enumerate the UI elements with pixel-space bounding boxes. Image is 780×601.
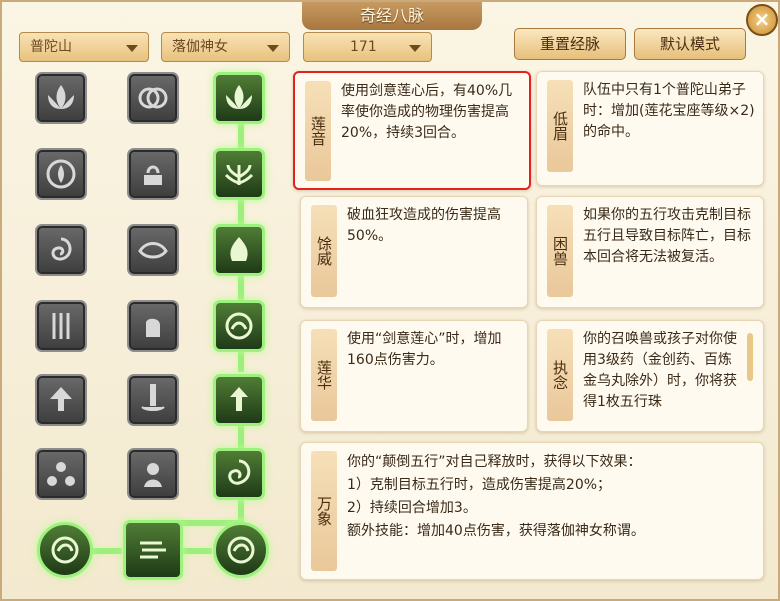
skill-node-eye[interactable] xyxy=(127,224,179,276)
talent-card-desc: 你的“颠倒五行”对自己释放时，获得以下效果： 1）克制目标五行时，造成伤害提高2… xyxy=(347,451,755,543)
talent-card-desc: 破血狂攻造成的伤害提高50%。 xyxy=(347,207,501,244)
skill-node-flame[interactable] xyxy=(213,224,265,276)
talent-card-line: 1）克制目标五行时，造成伤害提高20%； xyxy=(347,477,612,493)
role-dropdown-label: 落伽神女 xyxy=(172,39,228,55)
tree-link xyxy=(238,352,244,372)
skill-node-lotus-ring[interactable] xyxy=(35,148,87,200)
talent-card-desc: 如果你的五行攻击克制目标五行且导致目标阵亡，目标本回合将无法被复活。 xyxy=(583,207,751,265)
window-title: 奇经八脉 xyxy=(302,2,482,30)
talent-card-desc: 队伍中只有1个普陀山弟子时：增加(莲花宝座等级×2)的命中。 xyxy=(583,82,755,140)
skill-node-bamboo[interactable] xyxy=(35,300,87,352)
talent-card-lianhua[interactable]: 莲华 使用“剑意莲心”时，增加160点伤害力。 xyxy=(300,320,528,432)
sect-dropdown[interactable]: 普陀山 xyxy=(19,32,149,62)
skill-node-rings[interactable] xyxy=(127,72,179,124)
talent-card-name: 执念 xyxy=(547,329,573,421)
talent-card-lianyin[interactable]: 莲音 使用剑意莲心后，有40%几率使你造成的物理伤害提高20%，持续3回合。 xyxy=(293,71,531,190)
skill-node-wind[interactable] xyxy=(123,520,183,580)
close-button[interactable]: × xyxy=(746,4,778,36)
talent-card-name: 低眉 xyxy=(547,80,573,172)
talent-card-kunshou[interactable]: 困兽 如果你的五行攻击克制目标五行且导致目标阵亡，目标本回合将无法被复活。 xyxy=(536,196,764,308)
chevron-down-icon xyxy=(267,45,279,52)
chevron-down-icon xyxy=(126,45,138,52)
talent-card-dimei[interactable]: 低眉 队伍中只有1个普陀山弟子时：增加(莲花宝座等级×2)的命中。 xyxy=(536,71,764,186)
level-dropdown-label: 171 xyxy=(350,39,377,55)
skill-node-leaves[interactable] xyxy=(213,148,265,200)
skill-tree xyxy=(17,62,282,594)
talent-card-name: 万象 xyxy=(311,451,337,571)
skill-node-molecule[interactable] xyxy=(35,448,87,500)
skill-node-hand[interactable] xyxy=(127,300,179,352)
skill-node-incense[interactable] xyxy=(127,148,179,200)
skill-node-swirl[interactable] xyxy=(35,224,87,276)
talent-card-zhinian[interactable]: 执念 你的召唤兽或孩子对你使用3级药（金创药、百炼金乌丸除外）时，你将获得1枚五… xyxy=(536,320,764,432)
talent-card-name: 馀威 xyxy=(311,205,337,297)
skill-node-arrow-up[interactable] xyxy=(35,374,87,426)
chevron-down-icon xyxy=(409,45,421,52)
meridian-window: 奇经八脉 × 普陀山 落伽神女 171 重置经脉 默认模式 莲音 使用剑意莲心后… xyxy=(0,0,780,601)
skill-node-wanxiang[interactable] xyxy=(213,448,265,500)
reset-meridian-button[interactable]: 重置经脉 xyxy=(514,28,626,60)
skill-node-beast[interactable] xyxy=(213,300,265,352)
skill-node-sword-lotus[interactable] xyxy=(127,374,179,426)
tree-link xyxy=(238,424,244,448)
tree-link xyxy=(92,548,122,554)
talent-card-line: 额外技能：增加40点伤害，获得落伽神女称谓。 xyxy=(347,523,645,539)
default-mode-button[interactable]: 默认模式 xyxy=(634,28,746,60)
talent-card-name: 莲音 xyxy=(305,81,331,181)
level-dropdown[interactable]: 171 xyxy=(303,32,432,62)
skill-node-lotus-arrow[interactable] xyxy=(213,374,265,426)
skill-node-orb-right[interactable] xyxy=(213,522,269,578)
tree-link xyxy=(238,500,244,522)
talent-card-wanxiang[interactable]: 万象 你的“颠倒五行”对自己释放时，获得以下效果： 1）克制目标五行时，造成伤害… xyxy=(300,442,764,580)
talent-card-line: 2）持续回合增加3。 xyxy=(347,500,477,516)
skill-node-lotus[interactable] xyxy=(35,72,87,124)
skill-node-lianyin[interactable] xyxy=(213,72,265,124)
talent-card-desc: 使用“剑意莲心”时，增加160点伤害力。 xyxy=(347,331,502,368)
talent-card-line: 你的“颠倒五行”对自己释放时，获得以下效果： xyxy=(347,454,642,470)
tree-link xyxy=(182,548,212,554)
scrollbar[interactable] xyxy=(747,333,753,381)
role-dropdown[interactable]: 落伽神女 xyxy=(161,32,290,62)
skill-node-goddess[interactable] xyxy=(127,448,179,500)
talent-card-desc: 使用剑意莲心后，有40%几率使你造成的物理伤害提高20%，持续3回合。 xyxy=(341,83,513,141)
tree-link xyxy=(238,200,244,224)
talent-card-desc: 你的召唤兽或孩子对你使用3级药（金创药、百炼金乌丸除外）时，你将获得1枚五行珠 xyxy=(583,331,737,410)
talent-card-name: 莲华 xyxy=(311,329,337,421)
talent-card-name: 困兽 xyxy=(547,205,573,297)
sect-dropdown-label: 普陀山 xyxy=(30,39,72,55)
skill-node-orb-left[interactable] xyxy=(37,522,93,578)
talent-card-yuwei[interactable]: 馀威 破血狂攻造成的伤害提高50%。 xyxy=(300,196,528,308)
tree-link xyxy=(238,276,244,300)
